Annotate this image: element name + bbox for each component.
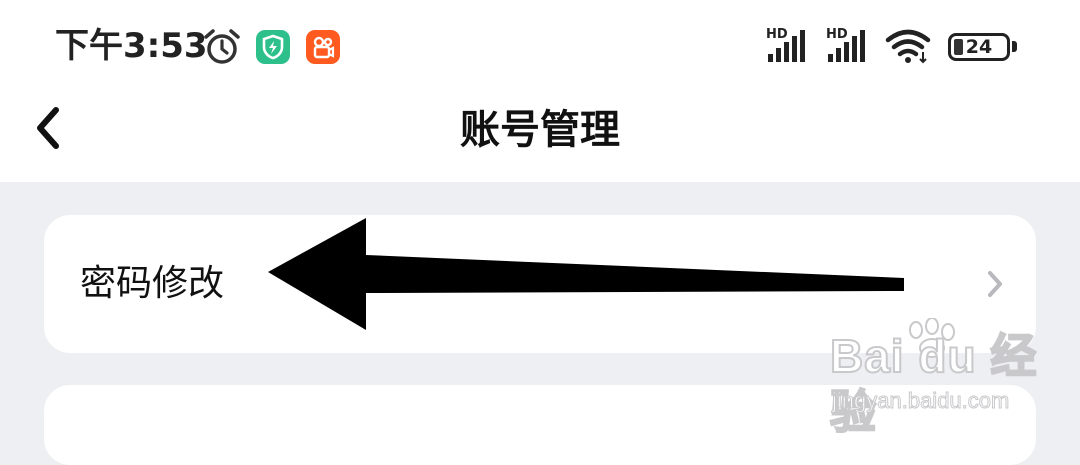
alarm-icon — [202, 27, 242, 67]
signal-icon: HD — [826, 28, 878, 64]
page-title: 账号管理 — [460, 107, 620, 153]
battery-cap — [1012, 41, 1017, 52]
battery-level: 24 — [965, 36, 993, 58]
wifi-icon — [884, 28, 936, 64]
baidu-watermark: Bai du 经验 jingyan.baidu.com — [826, 318, 1052, 439]
watermark-url: jingyan.baidu.com — [831, 388, 1010, 414]
signal-icon: HD — [766, 28, 818, 64]
menu-item-label: 密码修改 — [80, 263, 225, 304]
status-bar: 下午3:53 HD HD 24 — [0, 0, 1080, 90]
nav-bar: 账号管理 — [0, 90, 1080, 182]
chevron-right-icon — [988, 271, 1002, 297]
watermark-brand: Bai du 经验 — [829, 329, 1038, 439]
battery-icon: 24 — [948, 33, 1010, 61]
shield-app-icon — [256, 30, 290, 64]
status-time: 下午3:53 — [55, 26, 208, 66]
kuaishou-app-icon — [306, 30, 340, 64]
